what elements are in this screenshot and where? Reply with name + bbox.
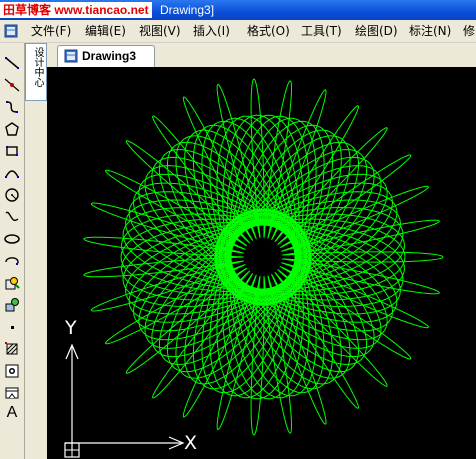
design-center-label: 设计中心 (32, 47, 43, 87)
menu-file[interactable]: 文件(F) (31, 23, 71, 39)
menu-view[interactable]: 视图(V) (139, 23, 181, 39)
document-tab-bar: Drawing3 (47, 43, 476, 68)
ucs-x-label: X (184, 432, 198, 454)
side-panel-strip (25, 101, 47, 459)
arc-icon[interactable] (2, 163, 22, 183)
menu-edit[interactable]: 编辑(E) (85, 23, 126, 39)
menu-modify[interactable]: 修 (463, 23, 475, 39)
table-icon[interactable] (2, 383, 22, 403)
ellipse-arc-icon[interactable] (2, 251, 22, 271)
ucs-y-label: Y (65, 317, 77, 339)
rectangle-icon[interactable] (2, 141, 22, 161)
point-icon[interactable] (2, 317, 22, 337)
design-center-tab[interactable]: 设计中心 (25, 43, 47, 101)
drawing-area (64, 78, 444, 458)
window-title: Drawing3] (160, 3, 215, 17)
polygon-icon[interactable] (2, 119, 22, 139)
menu-dimension[interactable]: 标注(N) (409, 23, 451, 39)
make-block-icon[interactable] (2, 295, 22, 315)
title-watermark: 田草博客 www.tiancao.net (0, 2, 152, 18)
drawing-file-icon (64, 49, 78, 63)
circle-icon[interactable] (2, 185, 22, 205)
menu-draw[interactable]: 绘图(D) (355, 23, 398, 39)
document-icon[interactable] (4, 24, 18, 38)
drawing-canvas[interactable]: Y X (47, 67, 476, 459)
construction-line-icon[interactable] (2, 75, 22, 95)
ucs-icon (64, 343, 185, 458)
spline-icon[interactable] (2, 207, 22, 227)
title-bar: 田草博客 www.tiancao.net Drawing3] (0, 0, 476, 20)
menu-tools[interactable]: 工具(T) (301, 23, 342, 39)
menu-bar: 文件(F) 编辑(E) 视图(V) 插入(I) 格式(O) 工具(T) 绘图(D… (0, 20, 476, 43)
text-tool-glyph: A (6, 404, 18, 421)
draw-toolbar: A (0, 43, 25, 459)
region-icon[interactable] (2, 361, 22, 381)
menu-format[interactable]: 格式(O) (247, 23, 290, 39)
insert-block-icon[interactable] (2, 273, 22, 293)
tab-drawing3[interactable]: Drawing3 (57, 45, 155, 67)
hatch-icon[interactable] (2, 339, 22, 359)
polyline-icon[interactable] (2, 97, 22, 117)
tab-drawing3-label: Drawing3 (82, 49, 137, 63)
ellipse-icon[interactable] (2, 229, 22, 249)
line-icon[interactable] (2, 53, 22, 73)
multiline-text-icon[interactable]: A (2, 403, 22, 423)
spirograph-curve (83, 78, 444, 436)
menu-insert[interactable]: 插入(I) (193, 23, 230, 39)
